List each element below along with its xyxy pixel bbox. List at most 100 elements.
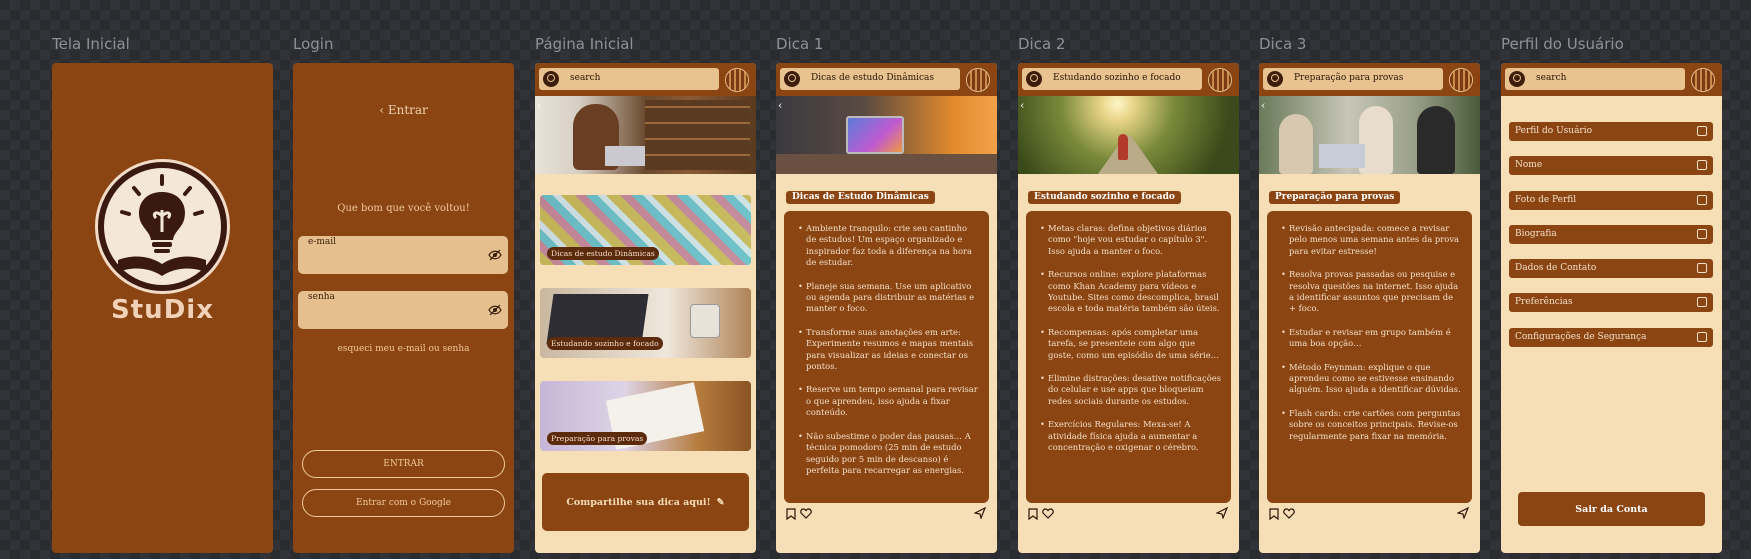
frame-label-splash: Tela Inicial [52,35,130,53]
profile-item-label: Biografia [1515,229,1557,239]
search-text: Dicas de estudo Dinâmicas [811,73,935,83]
top-bar: search [535,63,756,96]
tip-item: Resolva provas passadas ou pesquise e re… [1281,269,1462,315]
search-input[interactable]: Estudando sozinho e focado [1022,68,1202,90]
email-field[interactable]: e-mail [298,236,508,274]
avatar[interactable] [725,68,749,92]
search-icon [543,71,559,87]
frame-label-login: Login [293,35,334,53]
tips-card: Ambiente tranquilo: crie seu cantinho de… [784,211,989,503]
profile-item-label: Preferências [1515,297,1573,307]
hero-image [776,96,997,174]
tip-item: Não subestime o poder das pausas… A técn… [798,431,979,477]
dica1-screen: Dicas de estudo Dinâmicas ‹ Dicas de Est… [776,63,997,553]
tip-item: Flash cards: crie cartões com perguntas … [1281,408,1462,442]
frame-label-dica3: Dica 3 [1259,35,1307,53]
share-tip-button[interactable]: Compartilhe sua dica aqui! ✎ [542,473,749,531]
post-actions [1028,506,1228,522]
forgot-link[interactable]: esqueci meu e-mail ou senha [293,344,514,354]
frame-label-profile: Perfil do Usuário [1501,35,1624,53]
send-icon[interactable] [1457,507,1469,519]
tip-item: Estudar e revisar em grupo também é uma … [1281,327,1462,350]
bookmark-icon[interactable] [1269,508,1279,520]
profile-item-nome[interactable]: Nome [1508,155,1714,176]
tip-item: Reserve um tempo semanal para revisar o … [798,384,979,418]
tip-item: Recursos online: explore plataformas com… [1040,269,1221,315]
profile-item-perfil[interactable]: Perfil do Usuário [1508,121,1714,142]
search-text: search [1536,73,1567,83]
app-logo [95,159,230,294]
avatar[interactable] [966,68,990,92]
profile-item-seguranca[interactable]: Configurações de Segurança [1508,327,1714,348]
heart-icon[interactable] [800,508,812,519]
avatar[interactable] [1691,68,1715,92]
edit-icon[interactable] [1697,126,1707,136]
tip-label-3: Preparação para provas [547,432,648,445]
search-input[interactable]: Dicas de estudo Dinâmicas [780,68,960,90]
profile-item-biografia[interactable]: Biografia [1508,224,1714,245]
edit-icon[interactable] [1697,297,1707,307]
tip-label-2: Estudando sozinho e focado [547,337,663,350]
tip-item: Método Feynman: explique o que aprendeu … [1281,362,1462,396]
chevron-left-icon[interactable]: ‹ [1261,99,1265,112]
search-icon [784,71,800,87]
tips-card: Revisão antecipada: comece a revisar pel… [1267,211,1472,503]
profile-item-preferencias[interactable]: Preferências [1508,292,1714,313]
avatar[interactable] [1449,68,1473,92]
hero-image [1259,96,1480,174]
tip-card-1[interactable]: Dicas de estudo Dinâmicas [540,195,751,265]
enter-button[interactable]: ENTRAR [302,450,505,478]
tips-card: Metas claras: defina objetivos diários c… [1026,211,1231,503]
bookmark-icon[interactable] [1028,508,1038,520]
tip-item: Ambiente tranquilo: crie seu cantinho de… [798,223,979,269]
frame-label-home: Página Inicial [535,35,634,53]
section-title: Dicas de Estudo Dinâmicas [785,190,936,205]
password-label: senha [308,292,335,302]
edit-icon[interactable] [1697,160,1707,170]
search-text: search [570,73,601,83]
chevron-left-icon[interactable]: ‹ [778,99,782,112]
profile-item-foto[interactable]: Foto de Perfil [1508,190,1714,211]
edit-icon[interactable] [1697,332,1707,342]
heart-icon[interactable] [1283,508,1295,519]
send-icon[interactable] [1216,507,1228,519]
edit-icon[interactable] [1697,263,1707,273]
profile-screen: search Perfil do Usuário Nome Foto de Pe… [1501,63,1722,553]
home-screen: search ‹ Dicas de estudo Dinâmicas Estud… [535,63,756,553]
heart-icon[interactable] [1042,508,1054,519]
frame-label-dica2: Dica 2 [1018,35,1066,53]
chevron-left-icon[interactable]: ‹ [1020,99,1024,112]
tip-card-3[interactable]: Preparação para provas [540,381,751,451]
login-title-text: Entrar [387,103,428,117]
password-field[interactable]: senha [298,291,508,329]
tip-item: Elimine distrações: desative notificaçõe… [1040,373,1221,407]
chevron-left-icon[interactable]: ‹ [537,99,541,112]
tip-item: Recompensas: após completar uma tarefa, … [1040,327,1221,361]
search-text: Estudando sozinho e focado [1053,73,1181,83]
eye-off-icon[interactable] [488,303,502,317]
login-back-title[interactable]: ‹ Entrar [293,103,514,117]
app-name: StuDix [111,295,214,325]
search-input[interactable]: search [539,68,719,90]
profile-item-label: Configurações de Segurança [1515,332,1647,342]
eye-off-icon[interactable] [488,248,502,262]
splash-screen: StuDix [52,63,273,553]
edit-icon[interactable] [1697,195,1707,205]
google-login-button[interactable]: Entrar com o Google [302,489,505,517]
top-bar: Estudando sozinho e focado [1018,63,1239,96]
email-label: e-mail [308,237,337,247]
edit-icon[interactable] [1697,229,1707,239]
search-input[interactable]: search [1505,68,1685,90]
send-icon[interactable] [974,507,986,519]
search-icon [1026,71,1042,87]
search-icon [1267,71,1283,87]
profile-item-label: Dados de Contato [1515,263,1597,273]
profile-item-contato[interactable]: Dados de Contato [1508,258,1714,279]
search-input[interactable]: Preparação para provas [1263,68,1443,90]
tip-card-2[interactable]: Estudando sozinho e focado [540,288,751,358]
bookmark-icon[interactable] [786,508,796,520]
post-actions [1269,506,1469,522]
lightbulb-book-icon [118,174,206,276]
logout-button[interactable]: Sair da Conta [1518,492,1705,526]
avatar[interactable] [1208,68,1232,92]
